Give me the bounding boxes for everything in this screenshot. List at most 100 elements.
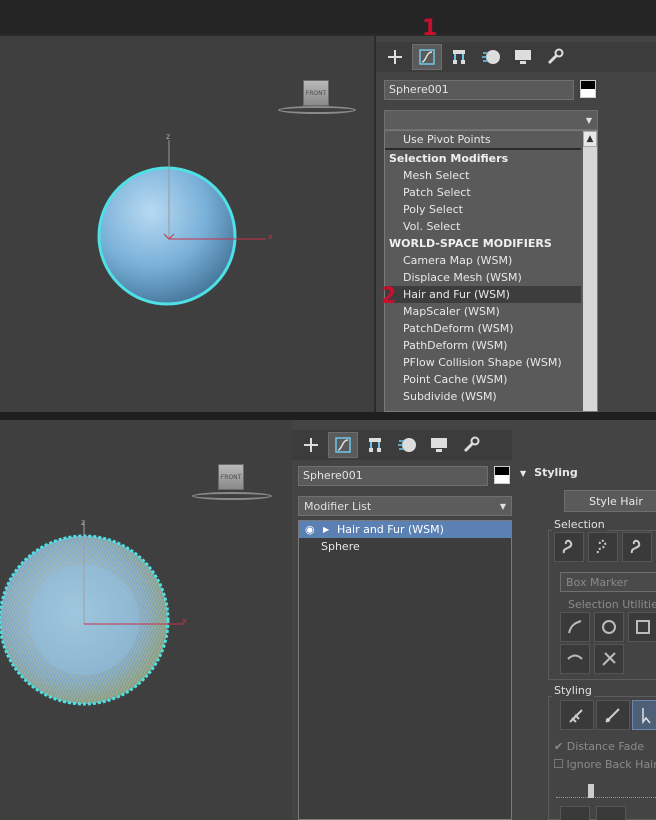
viewport-bottom[interactable]: FRONT z x bbox=[0, 420, 292, 820]
motion-tab[interactable] bbox=[476, 44, 506, 70]
expand-arrow-icon[interactable]: ▶ bbox=[323, 521, 337, 538]
collapse-arrow-icon: ▼ bbox=[520, 469, 527, 478]
command-tabs bbox=[376, 42, 656, 72]
step-marker-1: 1 bbox=[422, 16, 438, 41]
modifier-list-item[interactable]: Use Pivot Points bbox=[385, 131, 581, 150]
modify-icon bbox=[419, 49, 435, 65]
stack-item-sphere[interactable]: Sphere bbox=[299, 538, 511, 555]
modifier-list-dropdown[interactable]: ▼ bbox=[384, 110, 598, 130]
select-guide-vertices-icon[interactable] bbox=[622, 532, 652, 562]
hair-brush-icon[interactable] bbox=[560, 700, 594, 730]
top-menu-strip bbox=[0, 0, 656, 34]
hair-tool-icon[interactable] bbox=[560, 806, 590, 820]
hair-tool-icon-2[interactable] bbox=[596, 806, 626, 820]
motion-icon bbox=[398, 438, 416, 452]
chevron-down-icon: ▼ bbox=[585, 115, 592, 125]
modifier-list-item[interactable]: PFlow Collision Shape (WSM) bbox=[385, 354, 581, 371]
modifier-list-item[interactable]: Poly Select bbox=[385, 201, 581, 218]
modifier-list-item[interactable]: Patch Select bbox=[385, 184, 581, 201]
plus-icon bbox=[388, 50, 402, 64]
hide-selected-icon[interactable] bbox=[560, 644, 590, 674]
modify-tab[interactable] bbox=[328, 432, 358, 458]
modifier-list-item[interactable]: Vol. Select bbox=[385, 218, 581, 235]
styling-rollout-title: Styling bbox=[534, 466, 578, 479]
modifier-list-popup[interactable]: Use Pivot Points Selection Modifiers Mesh … bbox=[384, 130, 598, 412]
modifier-category-header: Selection Modifiers bbox=[389, 152, 509, 165]
select-whole-guide-icon[interactable] bbox=[588, 532, 618, 562]
stack-item-hair-and-fur[interactable]: ◉ ▶ Hair and Fur (WSM) bbox=[299, 521, 511, 538]
utilities-tab[interactable] bbox=[540, 44, 570, 70]
modifier-list-item[interactable]: Point Cache (WSM) bbox=[385, 371, 581, 388]
object-color-swatch[interactable] bbox=[494, 466, 510, 484]
plus-icon bbox=[304, 438, 318, 452]
display-tab[interactable] bbox=[508, 44, 538, 70]
view-cube-ring[interactable] bbox=[278, 106, 356, 114]
modifier-category-header: WORLD-SPACE MODIFIERS bbox=[389, 237, 552, 250]
rotate-selection-icon[interactable] bbox=[594, 612, 624, 642]
slider-handle[interactable] bbox=[588, 784, 594, 798]
axis-x-label: x bbox=[182, 616, 187, 625]
viewport-top[interactable]: FRONT z x bbox=[0, 36, 374, 412]
modifier-list-item[interactable]: MapScaler (WSM) bbox=[385, 303, 581, 320]
select-hair-by-ends-icon[interactable] bbox=[554, 532, 584, 562]
sphere-object[interactable] bbox=[90, 132, 290, 322]
selection-group-label: Selection bbox=[552, 518, 607, 531]
hair-cut-icon[interactable] bbox=[596, 700, 630, 730]
utilities-tab[interactable] bbox=[456, 432, 486, 458]
hierarchy-tab[interactable] bbox=[444, 44, 474, 70]
monitor-icon bbox=[515, 50, 531, 64]
wrench-icon bbox=[463, 436, 480, 453]
invert-selection-icon[interactable] bbox=[560, 612, 590, 642]
modify-tab[interactable] bbox=[412, 44, 442, 70]
stack-item-label: Hair and Fur (WSM) bbox=[337, 523, 444, 536]
command-panel-top: 1 Sphere001 ▼ Use Pivot Points Selection … bbox=[376, 16, 656, 412]
object-color-swatch[interactable] bbox=[580, 80, 596, 98]
distance-fade-label: Distance Fade bbox=[566, 740, 645, 753]
monitor-icon bbox=[431, 438, 447, 452]
ignore-back-hairs-checkbox[interactable]: Ignore Back Hair bbox=[554, 758, 656, 771]
show-hidden-icon[interactable] bbox=[594, 644, 624, 674]
step-marker-2: 2 bbox=[381, 284, 397, 309]
object-name-field[interactable]: Sphere001 bbox=[384, 80, 574, 100]
chevron-down-icon: ▼ bbox=[499, 501, 506, 511]
selection-utilities-label: Selection Utilities bbox=[568, 598, 656, 611]
motion-tab[interactable] bbox=[392, 432, 422, 458]
modifier-list-item[interactable]: Mesh Select bbox=[385, 167, 581, 184]
styling-group-label: Styling bbox=[552, 684, 594, 697]
stack-item-label: Sphere bbox=[321, 540, 360, 553]
modifier-list-item[interactable]: PathDeform (WSM) bbox=[385, 337, 581, 354]
ignore-back-hairs-label: Ignore Back Hair bbox=[566, 758, 656, 771]
checkbox-checked-icon: ✔ bbox=[554, 740, 564, 753]
view-cube[interactable]: FRONT bbox=[303, 80, 329, 106]
modifier-stack[interactable]: ◉ ▶ Hair and Fur (WSM) Sphere bbox=[298, 520, 512, 820]
list-scrollbar[interactable]: ▲ bbox=[583, 131, 597, 411]
display-tab[interactable] bbox=[424, 432, 454, 458]
create-tab[interactable] bbox=[296, 432, 326, 458]
modifier-list-item[interactable]: PatchDeform (WSM) bbox=[385, 320, 581, 337]
modifier-list-item[interactable]: Displace Mesh (WSM) bbox=[385, 269, 581, 286]
hierarchy-tab[interactable] bbox=[360, 432, 390, 458]
view-cube[interactable]: FRONT bbox=[218, 464, 244, 490]
style-hair-button[interactable]: Style Hair bbox=[564, 490, 656, 512]
select-tool-icon[interactable] bbox=[632, 700, 656, 730]
brush-size-slider[interactable] bbox=[556, 782, 656, 798]
modifier-list-item[interactable]: Camera Map (WSM) bbox=[385, 252, 581, 269]
box-marker-dropdown[interactable]: Box Marker bbox=[560, 572, 656, 592]
view-cube-ring[interactable] bbox=[192, 492, 272, 500]
chevron-up-icon: ▲ bbox=[586, 134, 594, 144]
scroll-up-button[interactable]: ▲ bbox=[583, 131, 597, 147]
modifier-list-item[interactable]: Subdivide (WSM) bbox=[385, 388, 581, 405]
modifier-list-item[interactable]: Hair and Fur (WSM) bbox=[385, 286, 581, 303]
screenshot-divider bbox=[0, 412, 656, 420]
expand-selection-icon[interactable] bbox=[628, 612, 656, 642]
eye-icon[interactable]: ◉ bbox=[305, 521, 319, 538]
modifier-list-dropdown[interactable]: Modifier List ▼ bbox=[298, 496, 512, 516]
distance-fade-checkbox[interactable]: ✔ Distance Fade bbox=[554, 740, 644, 753]
create-tab[interactable] bbox=[380, 44, 410, 70]
modifier-list-items: Use Pivot Points Selection Modifiers Mesh … bbox=[385, 131, 581, 405]
command-panel-bottom: Sphere001 Modifier List ▼ ◉ ▶ Hair and F… bbox=[292, 420, 656, 820]
furry-sphere-object[interactable] bbox=[0, 512, 200, 722]
object-name-field[interactable]: Sphere001 bbox=[298, 466, 488, 486]
styling-rollout-header[interactable]: ▼ Styling bbox=[520, 466, 578, 479]
axis-z-label: z bbox=[166, 132, 171, 141]
